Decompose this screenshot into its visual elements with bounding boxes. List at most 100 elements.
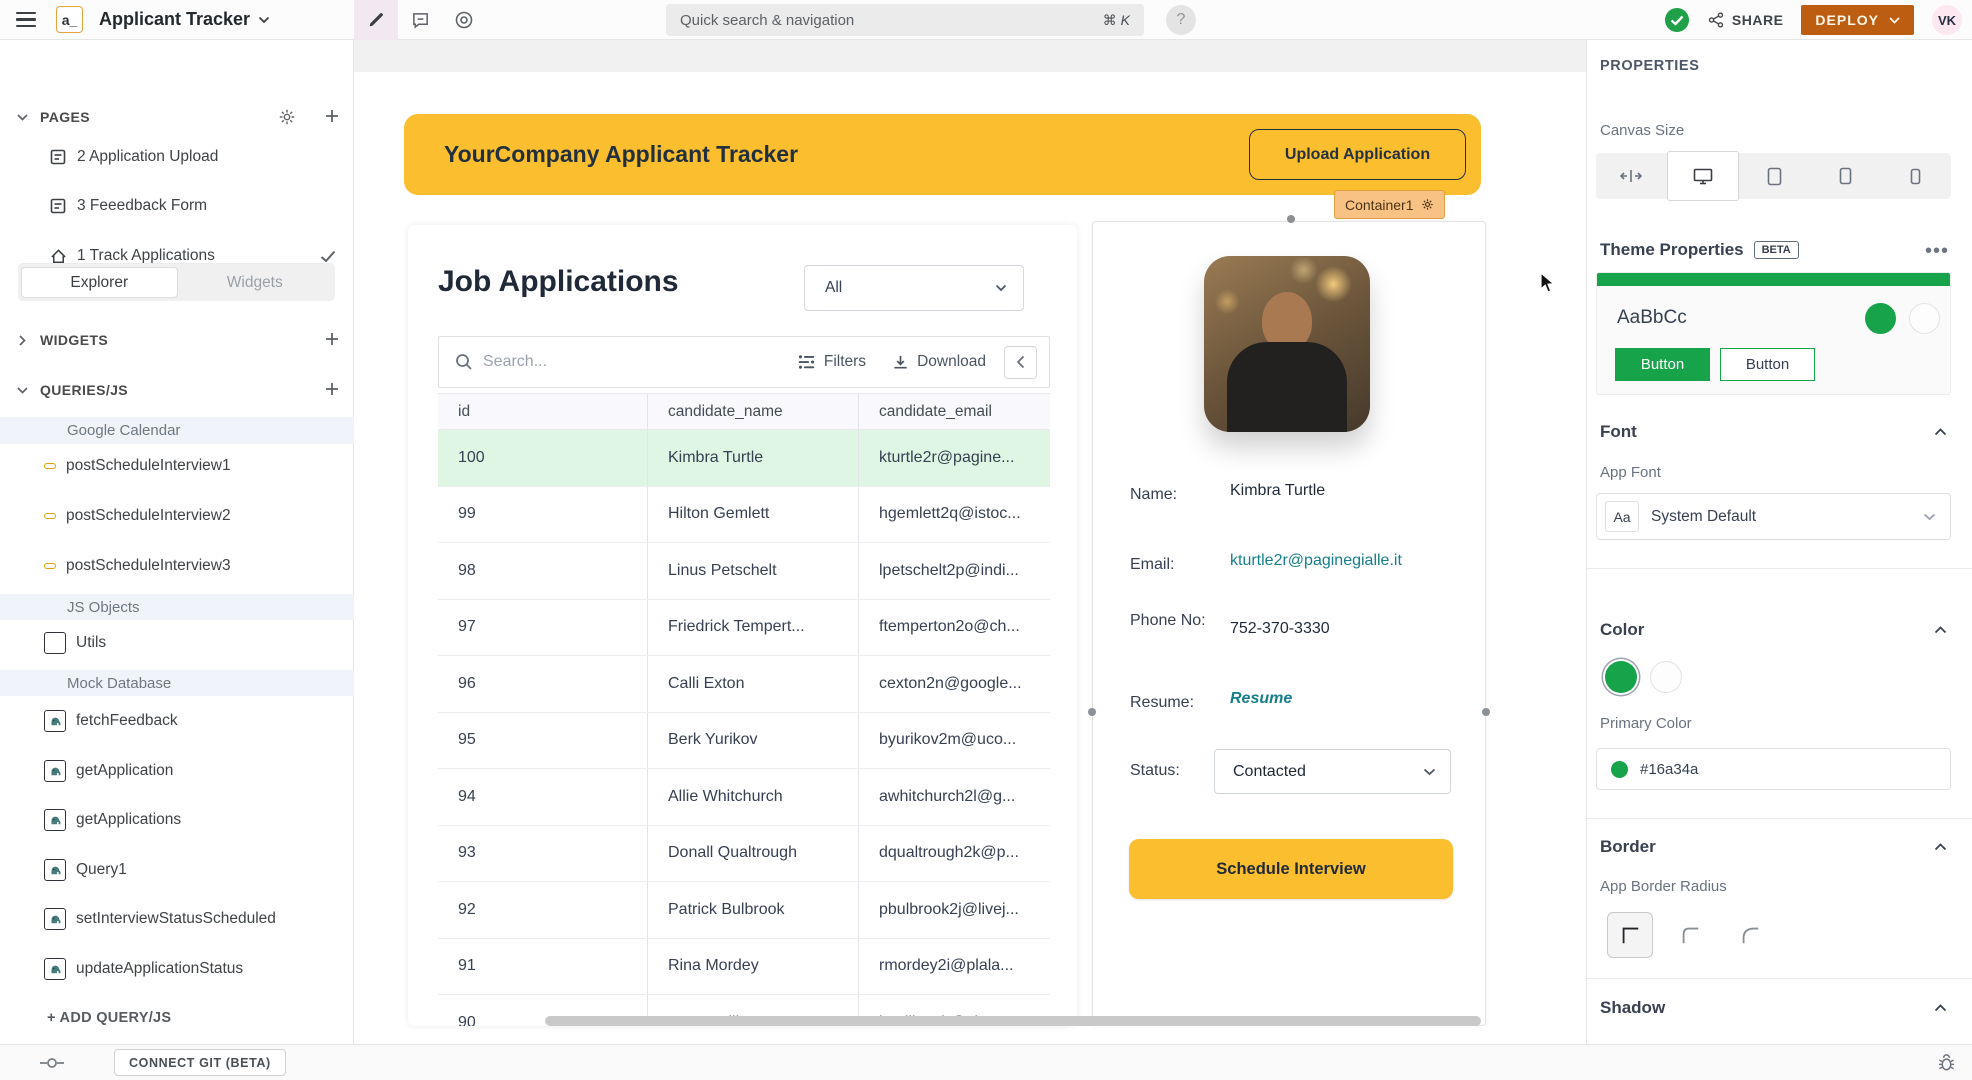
query-item-post[interactable]: postScheduleInterview2 (0, 499, 354, 533)
user-avatar[interactable]: VK (1932, 5, 1962, 35)
canvas-size-fluid-icon[interactable] (1596, 153, 1667, 199)
table-row[interactable]: 93 Donall Qualtrough dqualtrough2k@p... (438, 826, 1050, 883)
left-sidebar: PAGES 2 Application Upload 3 Feeedback F… (0, 40, 354, 1044)
table-row[interactable]: 95 Berk Yurikov byurikov2m@uco... (438, 713, 1050, 770)
shadow-section-header[interactable]: Shadow (1600, 998, 1665, 1018)
cell-candidate-name: Friedrick Tempert... (648, 600, 859, 656)
radius-sharp-button[interactable] (1607, 912, 1653, 958)
theme-swatch-light[interactable] (1909, 303, 1940, 334)
table-row[interactable]: 98 Linus Petschelt lpetschelt2p@indi... (438, 543, 1050, 600)
comment-icon[interactable] (398, 0, 442, 40)
hamburger-menu-icon[interactable] (16, 8, 40, 32)
queries-section-header[interactable]: QUERIES/JS (0, 373, 354, 407)
collapse-panel-button[interactable] (1004, 346, 1037, 379)
group-google-calendar[interactable]: Google Calendar (0, 417, 354, 444)
container-settings-gear-icon[interactable] (1421, 198, 1434, 211)
color-section-header[interactable]: Color (1600, 620, 1644, 640)
app-title[interactable]: Applicant Tracker (99, 9, 270, 30)
canvas-size-tablet-icon[interactable] (1810, 153, 1881, 199)
table-row[interactable]: 97 Friedrick Tempert... ftemperton2o@ch.… (438, 600, 1050, 657)
selection-handle-right[interactable] (1482, 708, 1490, 716)
pages-settings-gear-icon[interactable] (278, 108, 296, 126)
font-section-header[interactable]: Font (1600, 422, 1637, 442)
container1-tag[interactable]: Container1 (1334, 190, 1445, 219)
query-item-post[interactable]: postScheduleInterview1 (0, 449, 354, 483)
pages-section-header[interactable]: PAGES (0, 100, 354, 134)
column-header-id[interactable]: id (438, 394, 648, 429)
container1-tag-label: Container1 (1345, 197, 1414, 213)
column-header-candidate-email[interactable]: candidate_email (859, 394, 1050, 429)
help-button[interactable]: ? (1166, 5, 1196, 35)
theme-properties-row: Theme Properties BETA (1600, 240, 1799, 260)
query-item-db[interactable]: getApplications (0, 803, 354, 837)
widgets-section-header[interactable]: WIDGETS (0, 323, 354, 357)
selection-handle-left[interactable] (1088, 708, 1096, 716)
column-header-candidate-name[interactable]: candidate_name (648, 394, 859, 429)
edit-pencil-icon[interactable] (354, 0, 398, 40)
download-button[interactable]: Download (892, 353, 986, 371)
theme-swatch-green[interactable] (1865, 303, 1896, 334)
primary-color-input[interactable]: #16a34a (1596, 748, 1951, 790)
query-item-db[interactable]: setInterviewStatusScheduled (0, 902, 354, 936)
preview-mode-icon[interactable] (442, 0, 486, 40)
status-filter-select[interactable]: All (804, 265, 1024, 311)
table-row[interactable]: 99 Hilton Gemlett hgemlett2q@istoc... (438, 487, 1050, 544)
shadow-collapse-chevron-icon[interactable] (1934, 1004, 1947, 1012)
sidebar-page-application-upload[interactable]: 2 Application Upload (0, 140, 354, 174)
quick-search-input[interactable]: Quick search & navigation ⌘ K (666, 4, 1144, 36)
connect-git-button[interactable]: CONNECT GIT (BETA) (114, 1049, 286, 1076)
debug-bug-icon[interactable] (1937, 1053, 1956, 1072)
chevron-left-icon (1016, 355, 1025, 369)
query-item-db[interactable]: fetchFeedback (0, 704, 354, 738)
table-row[interactable]: 100 Kimbra Turtle kturtle2r@pagine... (438, 430, 1050, 487)
group-mock-database[interactable]: Mock Database (0, 670, 354, 696)
border-section-header[interactable]: Border (1600, 837, 1656, 857)
sidebar-page-feedback-form[interactable]: 3 Feeedback Form (0, 189, 354, 223)
theme-button-outlined[interactable]: Button (1720, 348, 1815, 381)
canvas-size-tablet-large-icon[interactable] (1739, 153, 1810, 199)
table-search-input[interactable]: Search... (483, 353, 797, 371)
tab-widgets[interactable]: Widgets (178, 267, 333, 298)
query-item-db[interactable]: updateApplicationStatus (0, 952, 354, 986)
table-row[interactable]: 91 Rina Mordey rmordey2i@plala... (438, 939, 1050, 996)
query-item-db[interactable]: getApplication (0, 754, 354, 788)
theme-menu-dots[interactable]: ••• (1925, 240, 1949, 263)
table-row[interactable]: 92 Patrick Bulbrook pbulbrook2j@livej... (438, 882, 1050, 939)
beta-badge: BETA (1754, 241, 1799, 259)
theme-button-filled[interactable]: Button (1615, 348, 1710, 381)
add-page-icon[interactable] (324, 108, 340, 124)
resume-link[interactable]: Resume (1230, 690, 1292, 708)
query-item-db[interactable]: Query1 (0, 853, 354, 887)
email-link[interactable]: kturtle2r@paginegialle.it (1230, 552, 1402, 570)
query-item-post[interactable]: postScheduleInterview3 (0, 549, 354, 583)
deploy-button[interactable]: DEPLOY (1801, 5, 1914, 35)
app-font-select[interactable]: Aa System Default (1596, 493, 1951, 540)
js-object-utils[interactable]: Utils (0, 626, 354, 660)
color-collapse-chevron-icon[interactable] (1934, 626, 1947, 634)
table-row[interactable]: 96 Calli Exton cexton2n@google... (438, 656, 1050, 713)
table-row[interactable]: 94 Allie Whitchurch awhitchurch2l@g... (438, 769, 1050, 826)
group-js-objects[interactable]: JS Objects (0, 594, 354, 620)
status-select[interactable]: Contacted (1214, 749, 1451, 794)
color-swatch-light[interactable] (1650, 661, 1682, 693)
tab-explorer[interactable]: Explorer (21, 267, 178, 298)
canvas-size-mobile-icon[interactable] (1880, 153, 1951, 199)
border-collapse-chevron-icon[interactable] (1934, 843, 1947, 851)
filters-button[interactable]: Filters (797, 353, 866, 371)
share-button[interactable]: SHARE (1708, 12, 1784, 28)
add-query-icon[interactable] (324, 381, 340, 397)
upload-application-button[interactable]: Upload Application (1249, 129, 1466, 180)
color-swatch-green-selected[interactable] (1605, 661, 1637, 693)
postgres-icon (44, 908, 66, 930)
font-collapse-chevron-icon[interactable] (1934, 428, 1947, 436)
add-widget-icon[interactable] (324, 331, 340, 347)
horizontal-scrollbar[interactable] (545, 1016, 1481, 1026)
selection-handle-top[interactable] (1287, 215, 1295, 223)
radius-medium-button[interactable] (1667, 912, 1713, 958)
radius-round-button[interactable] (1727, 912, 1773, 958)
cell-id: 98 (438, 543, 648, 599)
canvas-size-desktop-icon[interactable] (1667, 151, 1740, 201)
app-header-banner[interactable]: YourCompany Applicant Tracker Upload App… (404, 114, 1481, 195)
add-query-js-button[interactable]: + ADD QUERY/JS (47, 1010, 171, 1026)
schedule-interview-button[interactable]: Schedule Interview (1129, 839, 1453, 899)
